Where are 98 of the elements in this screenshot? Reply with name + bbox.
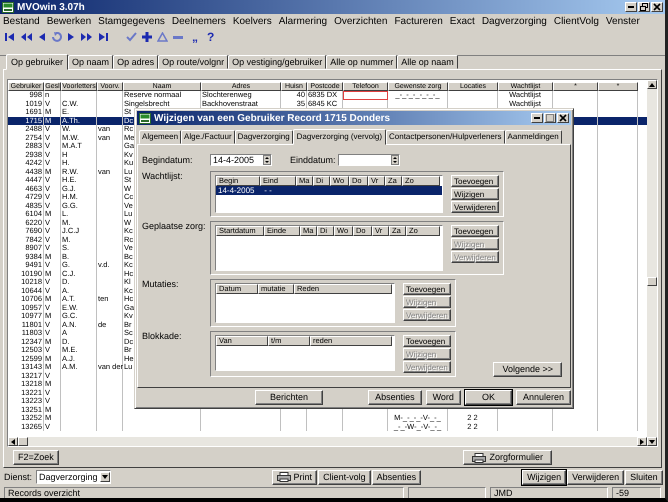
toolbar-button[interactable]: ?: [207, 31, 214, 43]
scroll-thumb[interactable]: [647, 277, 657, 286]
section-button[interactable]: Toevoegen: [403, 335, 451, 347]
maximize-icon: [546, 114, 554, 122]
tab[interactable]: Alge./Factuur: [181, 130, 235, 144]
action-button[interactable]: Sluiten: [625, 470, 663, 484]
down-arrow-icon: [649, 440, 655, 444]
tab[interactable]: Dagverzorging: [234, 130, 293, 144]
menu-item[interactable]: Exact: [450, 16, 475, 26]
printer-icon: [472, 452, 486, 462]
dialog-button[interactable]: Absenties: [368, 390, 422, 404]
left-arrow-icon: [11, 438, 15, 444]
scroll-thumb[interactable]: [18, 437, 28, 446]
menu-item[interactable]: Venster: [606, 16, 640, 26]
tab[interactable]: Dagverzorging (vervolg): [292, 129, 386, 145]
dialog-button[interactable]: OK: [464, 390, 512, 404]
section-button[interactable]: Toevoegen: [451, 175, 499, 187]
first-record-icon[interactable]: [4, 32, 15, 42]
tab[interactable]: Op adres: [113, 55, 158, 69]
refresh-icon[interactable]: [51, 32, 62, 42]
minimize-icon: [534, 117, 540, 119]
menu-item[interactable]: Bestand: [3, 16, 40, 26]
spinner-icon[interactable]: [263, 155, 271, 165]
restore-button[interactable]: [638, 2, 650, 12]
dropdown-arrow-icon: [102, 475, 108, 479]
tab[interactable]: Alle op nummer: [326, 55, 398, 69]
section-button[interactable]: Toevoegen: [403, 283, 451, 295]
tab[interactable]: Aanmeldingen: [504, 130, 562, 144]
section-button[interactable]: Verwijderen: [451, 201, 499, 213]
tab[interactable]: Op gebruiker: [6, 54, 68, 70]
field-label: Einddatum:: [290, 155, 336, 165]
menu-item[interactable]: Factureren: [394, 16, 443, 26]
previous-icon[interactable]: [38, 32, 46, 42]
printer-icon: [276, 472, 291, 482]
list-cell-text: - -: [263, 186, 273, 195]
fast-forward-icon[interactable]: [80, 32, 93, 42]
up-arrow-icon: [649, 82, 655, 86]
close-icon: [559, 114, 567, 122]
triangle-icon[interactable]: [157, 32, 168, 42]
status-value: -59: [612, 487, 661, 498]
list-cell-text: 14-4-2005: [217, 186, 256, 195]
minimize-button[interactable]: [625, 2, 637, 12]
dialog-button[interactable]: Annuleren: [516, 390, 571, 404]
spinner-icon[interactable]: [390, 155, 399, 165]
menu-item[interactable]: Overzichten: [334, 16, 388, 26]
app-icon: [139, 112, 151, 124]
rewind-icon[interactable]: [20, 32, 33, 42]
menu-item[interactable]: ClientVolg: [554, 16, 599, 26]
status-user: JMD: [490, 487, 608, 498]
next-icon[interactable]: [67, 32, 75, 42]
remove-icon[interactable]: [173, 36, 183, 38]
action-button[interactable]: Verwijderen: [567, 470, 624, 484]
minimize-icon: [628, 6, 634, 8]
action-button[interactable]: Wijzigen: [522, 470, 566, 484]
menu-item[interactable]: Koelvers: [232, 16, 272, 26]
toolbar-button[interactable]: „: [192, 31, 198, 43]
status-message: Records overzicht: [4, 487, 404, 498]
window-title: MVOwin 3.07h: [17, 2, 85, 12]
minimize-button[interactable]: [531, 113, 543, 123]
section-button[interactable]: Wijzigen: [451, 188, 499, 200]
maximize-button[interactable]: [544, 113, 556, 123]
add-icon[interactable]: [142, 32, 152, 42]
right-arrow-icon: [640, 438, 644, 444]
list-row[interactable]: 14-4-2005 - -: [216, 186, 442, 195]
service-dropdown[interactable]: Dagverzorging: [36, 470, 111, 484]
next-button[interactable]: Volgende >>: [493, 362, 562, 377]
section-label: Mutaties:: [142, 279, 180, 289]
vertical-scrollbar[interactable]: [647, 80, 657, 446]
tab[interactable]: Op route/volgnr: [158, 55, 228, 69]
checkmark-icon[interactable]: [126, 32, 137, 42]
tab[interactable]: Op naam: [68, 55, 114, 69]
last-record-icon[interactable]: [98, 32, 109, 42]
tab[interactable]: Alle op naam: [397, 55, 458, 69]
menu-item[interactable]: Dagverzorging: [482, 16, 547, 26]
menu-item[interactable]: Deelnemers: [172, 16, 226, 26]
care-form-button[interactable]: Zorgformulier: [463, 450, 552, 465]
horizontal-scrollbar[interactable]: [8, 437, 647, 446]
date-field[interactable]: [338, 154, 400, 166]
close-button[interactable]: [557, 113, 569, 123]
dialog-button[interactable]: Word: [426, 390, 461, 404]
action-button[interactable]: Absenties: [372, 470, 422, 484]
app-icon: [2, 2, 14, 12]
action-button[interactable]: Client-volg: [318, 470, 371, 484]
close-icon: [653, 3, 661, 11]
tab[interactable]: Contactpersonen/Hulpverleners: [386, 130, 505, 144]
tab[interactable]: Algemeen: [139, 130, 182, 144]
menu-item[interactable]: Stamgegevens: [98, 16, 165, 26]
menu-item[interactable]: Alarmering: [278, 16, 328, 26]
menu-item[interactable]: Bewerken: [46, 16, 92, 26]
section-button[interactable]: Toevoegen: [451, 225, 499, 237]
print-button[interactable]: Print: [272, 470, 318, 484]
messages-button[interactable]: Berichten: [255, 390, 324, 404]
tab[interactable]: Op vestiging/gebruiker: [228, 55, 326, 69]
date-field[interactable]: 14-4-2005: [210, 154, 272, 166]
restore-icon: [640, 3, 648, 11]
search-button[interactable]: F2=Zoek: [13, 450, 59, 465]
service-label: Dienst:: [4, 472, 32, 482]
close-button[interactable]: [651, 2, 663, 12]
